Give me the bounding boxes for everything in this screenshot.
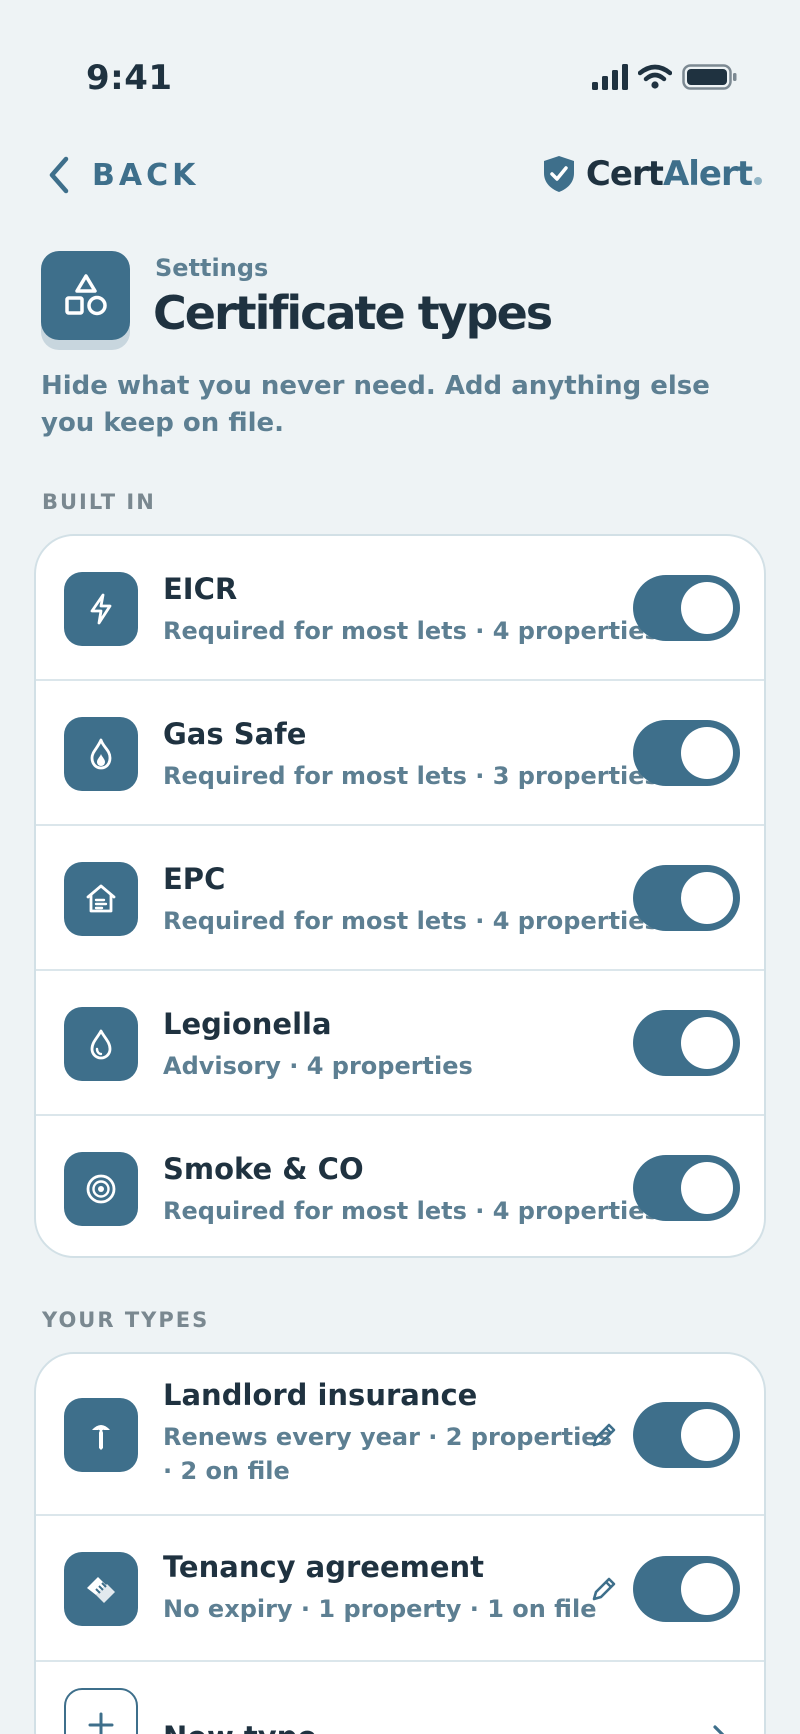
pencil-icon <box>592 1423 616 1447</box>
back-label: BACK <box>92 157 200 193</box>
row-title: EICR <box>163 572 238 606</box>
row-subtitle: Required for most lets · 4 properties <box>163 1197 659 1225</box>
page-subtitle: Hide what you never need. Add anything e… <box>41 371 710 438</box>
row-title: EPC <box>163 862 226 896</box>
toggle-tenancy-agreement[interactable] <box>633 1556 740 1622</box>
toggle-epc[interactable] <box>633 865 740 931</box>
toggle-smoke-co[interactable] <box>633 1155 740 1221</box>
toggle-gas-safe[interactable] <box>633 720 740 786</box>
status-time: 9:41 <box>86 58 173 98</box>
new-type-button[interactable]: New type <box>36 1662 764 1734</box>
bolt-icon <box>64 572 138 646</box>
row-subtitle: Advisory · 4 properties <box>163 1052 473 1080</box>
list-item: Tenancy agreement No expiry · 1 property… <box>36 1516 764 1662</box>
row-subtitle: Required for most lets · 3 properties <box>163 762 659 790</box>
list-item: Landlord insurance Renews every year · 2… <box>36 1354 764 1516</box>
toggle-landlord-insurance[interactable] <box>633 1402 740 1468</box>
brand-logo: CertAlert <box>542 154 762 194</box>
built-in-list: EICR Required for most lets · 4 properti… <box>34 534 766 1258</box>
back-button[interactable]: BACK <box>48 156 199 194</box>
flame-icon <box>64 717 138 791</box>
toggle-eicr[interactable] <box>633 575 740 641</box>
row-title: Legionella <box>163 1007 332 1041</box>
droplet-icon <box>64 1007 138 1081</box>
section-label-built-in: BUILT IN <box>42 490 156 514</box>
row-title: Tenancy agreement <box>163 1550 485 1584</box>
row-title: Landlord insurance <box>163 1378 478 1412</box>
list-item: Legionella Advisory · 4 properties <box>36 971 764 1116</box>
handshake-icon <box>64 1552 138 1626</box>
umbrella-icon <box>64 1398 138 1472</box>
row-subtitle: No expiry · 1 property · 1 on file <box>163 1595 597 1623</box>
toggle-legionella[interactable] <box>633 1010 740 1076</box>
pencil-icon <box>592 1577 616 1601</box>
house-icon <box>64 862 138 936</box>
plus-icon <box>64 1688 138 1734</box>
row-subtitle: Required for most lets · 4 properties <box>163 907 659 935</box>
edit-tenancy-agreement-button[interactable] <box>586 1571 622 1607</box>
row-title: Gas Safe <box>163 717 307 751</box>
battery-icon <box>682 64 737 90</box>
list-item: EICR Required for most lets · 4 properti… <box>36 536 764 681</box>
chevron-left-icon <box>49 156 69 194</box>
shield-check-icon <box>543 156 574 192</box>
list-item: Smoke & CO Required for most lets · 4 pr… <box>36 1116 764 1256</box>
edit-landlord-insurance-button[interactable] <box>586 1417 622 1453</box>
row-subtitle-line2: · 2 on file <box>163 1457 290 1485</box>
row-subtitle: Required for most lets · 4 properties <box>163 617 659 645</box>
page-title: Certificate types <box>153 286 553 340</box>
chevron-right-icon <box>713 1725 725 1734</box>
list-item: Gas Safe Required for most lets · 3 prop… <box>36 681 764 826</box>
your-types-list: Landlord insurance Renews every year · 2… <box>34 1352 766 1734</box>
status-bar: 9:41 <box>0 0 800 160</box>
signal-icon <box>592 64 628 90</box>
wifi-icon <box>638 64 672 89</box>
status-icons <box>592 64 738 90</box>
shapes-icon <box>41 251 130 340</box>
nav-bar: BACK CertAlert <box>0 150 800 206</box>
section-label-your-types: YOUR TYPES <box>42 1308 210 1332</box>
page-eyebrow: Settings <box>155 254 269 282</box>
new-type-label: New type <box>163 1720 317 1734</box>
list-item: EPC Required for most lets · 4 propertie… <box>36 826 764 971</box>
brand-name: CertAlert <box>586 154 762 194</box>
alarm-icon <box>64 1152 138 1226</box>
row-title: Smoke & CO <box>163 1152 364 1186</box>
row-subtitle: Renews every year · 2 properties <box>163 1423 612 1451</box>
